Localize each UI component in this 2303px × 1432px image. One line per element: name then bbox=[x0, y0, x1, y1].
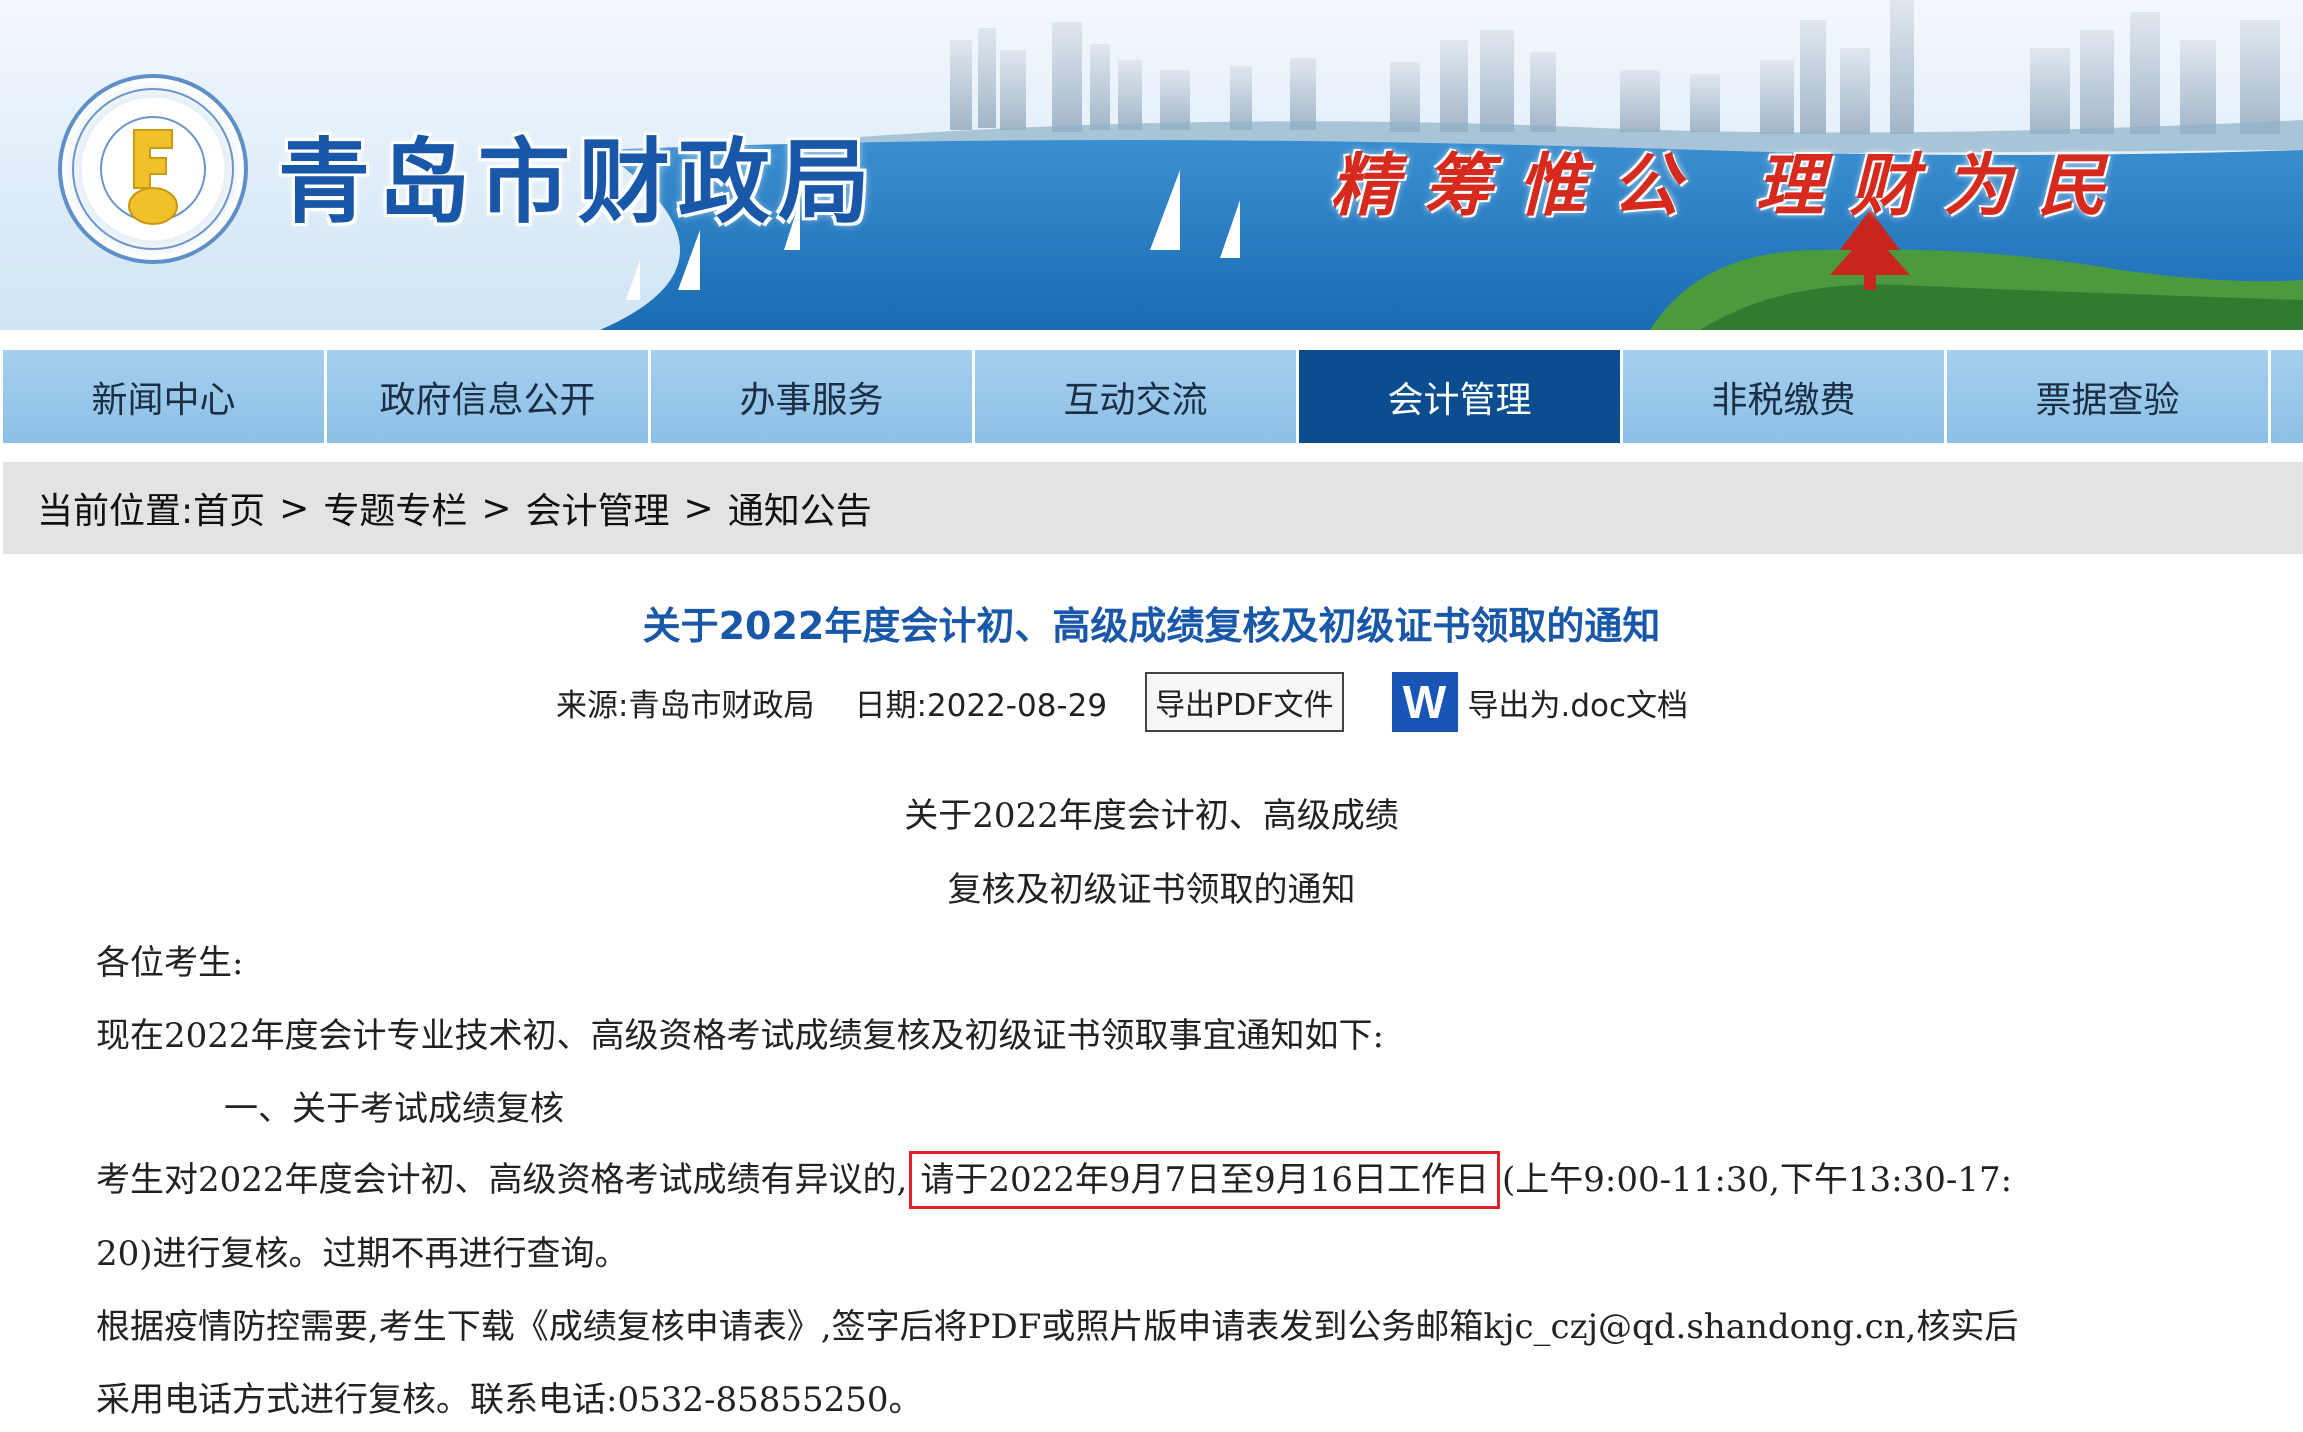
export-doc-link[interactable]: 导出为.doc文档 bbox=[1468, 680, 1689, 725]
slogan: 精筹惟公 理财为民 bbox=[1330, 146, 2132, 226]
article-date: 日期:2022-08-29 bbox=[854, 687, 1108, 724]
breadcrumb-home[interactable]: 首页 bbox=[193, 482, 265, 534]
section1-title: 一、关于考试成绩复核 bbox=[224, 1089, 564, 1129]
paragraph-2-line2: 采用电话方式进行复核。联系电话:0532-85855250。 bbox=[96, 1380, 923, 1420]
intro-paragraph: 现在2022年度会计专业技术初、高级资格考试成绩复核及初级证书领取事宜通知如下: bbox=[96, 1016, 1384, 1056]
paragraph-1-line1: 考生对2022年度会计初、高级资格考试成绩有异议的, 请于2022年9月7日至9月… bbox=[96, 1151, 2013, 1209]
nav-item-gov-info[interactable]: 政府信息公开 bbox=[327, 350, 648, 443]
breadcrumb-separator: > bbox=[279, 487, 310, 529]
breadcrumb-topics[interactable]: 专题专栏 bbox=[323, 482, 467, 534]
header-banner: 青岛市财政局 精筹惟公 理财为民 bbox=[0, 0, 2303, 330]
breadcrumb-separator: > bbox=[683, 487, 714, 529]
nav-item-invoice-check[interactable]: 票据查验 bbox=[1947, 350, 2268, 443]
nav-item-non-tax[interactable]: 非税缴费 bbox=[1623, 350, 1944, 443]
finance-bureau-seal-logo bbox=[58, 74, 248, 264]
paragraph-2-line1: 根据疫情防控需要,考生下载《成绩复核申请表》,签字后将PDF或照片版申请表发到公… bbox=[96, 1307, 2019, 1347]
breadcrumb-accounting[interactable]: 会计管理 bbox=[526, 482, 670, 534]
nav-item-accounting[interactable]: 会计管理 bbox=[1299, 350, 1620, 443]
site-name: 青岛市财政局 bbox=[278, 128, 879, 236]
nav-item-overflow[interactable] bbox=[2271, 350, 2303, 443]
p1-before: 考生对2022年度会计初、高级资格考试成绩有异议的, bbox=[96, 1160, 908, 1200]
article-source: 来源:青岛市财政局 bbox=[556, 687, 815, 724]
breadcrumb: 当前位置: 首页 > 专题专栏 > 会计管理 > 通知公告 bbox=[3, 462, 2303, 554]
breadcrumb-separator: > bbox=[481, 487, 512, 529]
article-meta: 来源:青岛市财政局 日期:2022-08-29 导出PDF文件 W 导出为.do… bbox=[556, 672, 1688, 732]
breadcrumb-notices[interactable]: 通知公告 bbox=[728, 482, 872, 534]
nav-item-interaction[interactable]: 互动交流 bbox=[975, 350, 1296, 443]
article-title: 关于2022年度会计初、高级成绩复核及初级证书领取的通知 bbox=[642, 604, 1661, 648]
breadcrumb-label: 当前位置: bbox=[37, 491, 194, 532]
word-doc-icon[interactable]: W bbox=[1391, 672, 1458, 732]
doc-heading-line1: 关于2022年度会计初、高级成绩 bbox=[904, 796, 1399, 836]
greeting: 各位考生: bbox=[96, 943, 244, 983]
p1-after: (上午9:00-11:30,下午13:30-17: bbox=[1502, 1160, 2013, 1200]
export-pdf-button[interactable]: 导出PDF文件 bbox=[1145, 672, 1344, 732]
nav-item-news[interactable]: 新闻中心 bbox=[3, 350, 324, 443]
main-nav: 新闻中心 政府信息公开 办事服务 互动交流 会计管理 非税缴费 票据查验 bbox=[0, 350, 2303, 443]
paragraph-1-line2: 20)进行复核。过期不再进行查询。 bbox=[96, 1234, 629, 1274]
doc-heading-line2: 复核及初级证书领取的通知 bbox=[947, 870, 1356, 910]
highlighted-deadline: 请于2022年9月7日至9月16日工作日 bbox=[909, 1151, 1501, 1209]
nav-item-services[interactable]: 办事服务 bbox=[651, 350, 972, 443]
